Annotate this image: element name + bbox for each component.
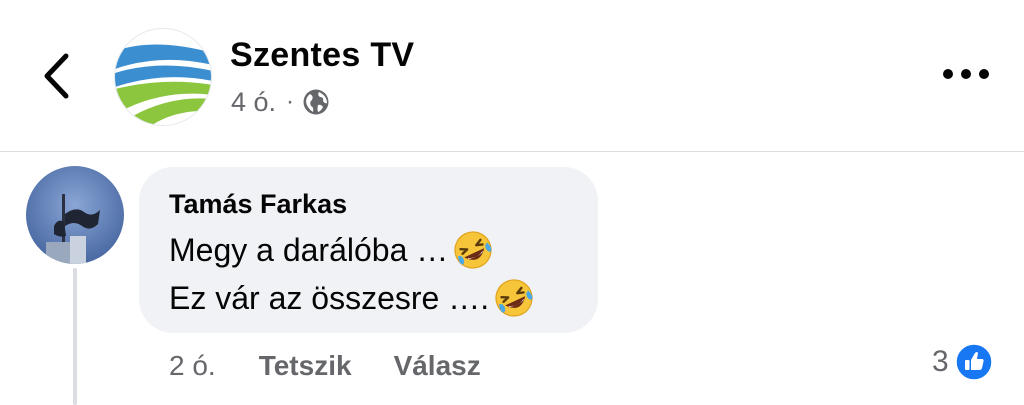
page-name[interactable]: Szentes TV <box>230 36 414 75</box>
chevron-left-icon <box>44 53 69 99</box>
meta-separator: · <box>286 88 295 115</box>
comment-text-line: Ez vár az összesre …. <box>169 277 535 319</box>
comment-time[interactable]: 2 ó. <box>169 350 216 382</box>
comment-text-line: Megy a darálóba … <box>169 229 494 271</box>
post-time[interactable]: 4 ó. <box>231 87 276 118</box>
commenter-avatar[interactable] <box>26 166 124 264</box>
comment-author[interactable]: Tamás Farkas <box>169 189 347 220</box>
back-button[interactable] <box>30 48 82 104</box>
page-avatar[interactable] <box>114 28 212 126</box>
post-header: Szentes TV 4 ó. · <box>0 0 1024 152</box>
like-button[interactable]: Tetszik <box>259 350 352 382</box>
avatar-photo <box>26 166 124 264</box>
comment-text: Ez vár az összesre …. <box>169 279 490 316</box>
comment-bubble[interactable]: Tamás Farkas Megy a darálóba … Ez vár az… <box>139 167 598 333</box>
like-icon <box>954 343 993 381</box>
post-meta: 4 ó. · <box>231 84 330 120</box>
reaction-count: 3 <box>932 345 949 378</box>
reaction-summary[interactable]: 3 <box>932 340 993 384</box>
comment-text: Megy a darálóba … <box>169 231 449 268</box>
rolling-on-floor-laughing-emoji-icon <box>454 231 492 269</box>
globe-icon <box>303 89 329 115</box>
more-horizontal-icon <box>943 69 989 79</box>
szentes-tv-logo <box>115 29 211 125</box>
comment-actions: 2 ó. Tetszik Válasz <box>169 346 481 386</box>
rolling-on-floor-laughing-emoji-icon <box>495 279 533 317</box>
more-options-button[interactable] <box>938 56 994 92</box>
thread-line <box>73 268 77 405</box>
reply-button[interactable]: Válasz <box>394 350 481 382</box>
